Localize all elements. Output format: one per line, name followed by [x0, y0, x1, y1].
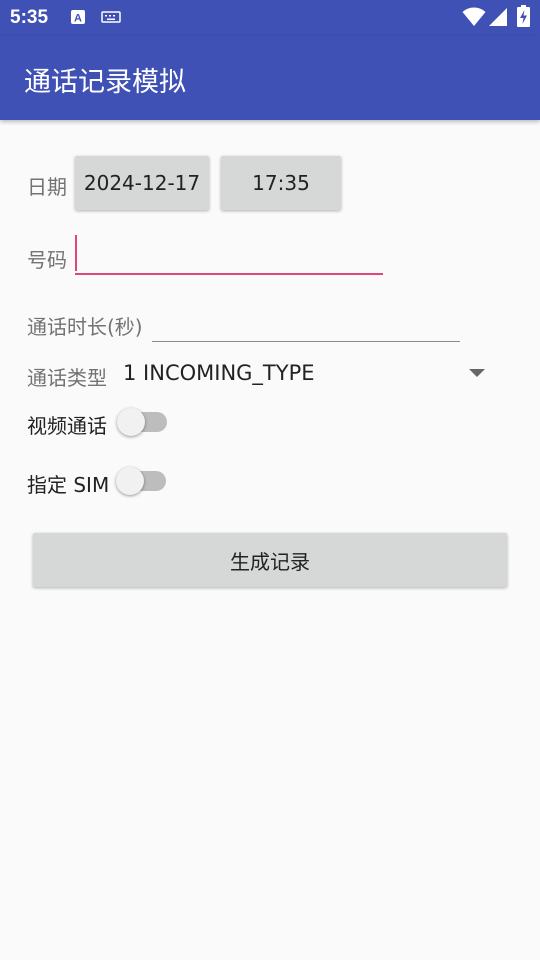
text-cursor: [75, 235, 77, 271]
call-type-value: 1 INCOMING_TYPE: [123, 361, 315, 385]
generate-record-button[interactable]: 生成记录: [33, 533, 507, 587]
keyboard-icon: [101, 11, 121, 23]
wifi-icon: [462, 7, 486, 26]
sim-label: 指定 SIM: [27, 473, 110, 497]
app-bar: 通话记录模拟: [0, 36, 540, 120]
date-picker-button[interactable]: 2024-12-17: [75, 156, 209, 210]
video-switch-thumb: [117, 408, 145, 436]
time-picker-button[interactable]: 17:35: [221, 156, 341, 210]
number-label: 号码: [27, 248, 67, 272]
sim-switch-thumb: [116, 467, 144, 495]
status-time: 5:35: [10, 7, 49, 28]
duration-label: 通话时长(秒): [27, 315, 143, 339]
signal-icon: [489, 8, 507, 26]
app-title: 通话记录模拟: [24, 67, 186, 98]
video-call-switch[interactable]: [117, 403, 169, 436]
video-call-label: 视频通话: [27, 414, 107, 438]
battery-charging-icon: [517, 5, 530, 27]
number-input[interactable]: [75, 233, 383, 277]
notification-a-icon: A: [71, 10, 85, 24]
duration-underline: [152, 341, 460, 342]
svg-text:A: A: [74, 13, 82, 25]
duration-input[interactable]: [152, 303, 460, 345]
number-underline: [75, 273, 383, 275]
sim-switch[interactable]: [116, 462, 168, 495]
call-type-spinner[interactable]: 1 INCOMING_TYPE: [120, 354, 500, 394]
status-bar: 5:35 A: [0, 0, 540, 36]
call-type-label: 通话类型: [27, 366, 107, 390]
date-label: 日期: [27, 175, 67, 199]
dropdown-arrow-icon: [469, 369, 485, 377]
